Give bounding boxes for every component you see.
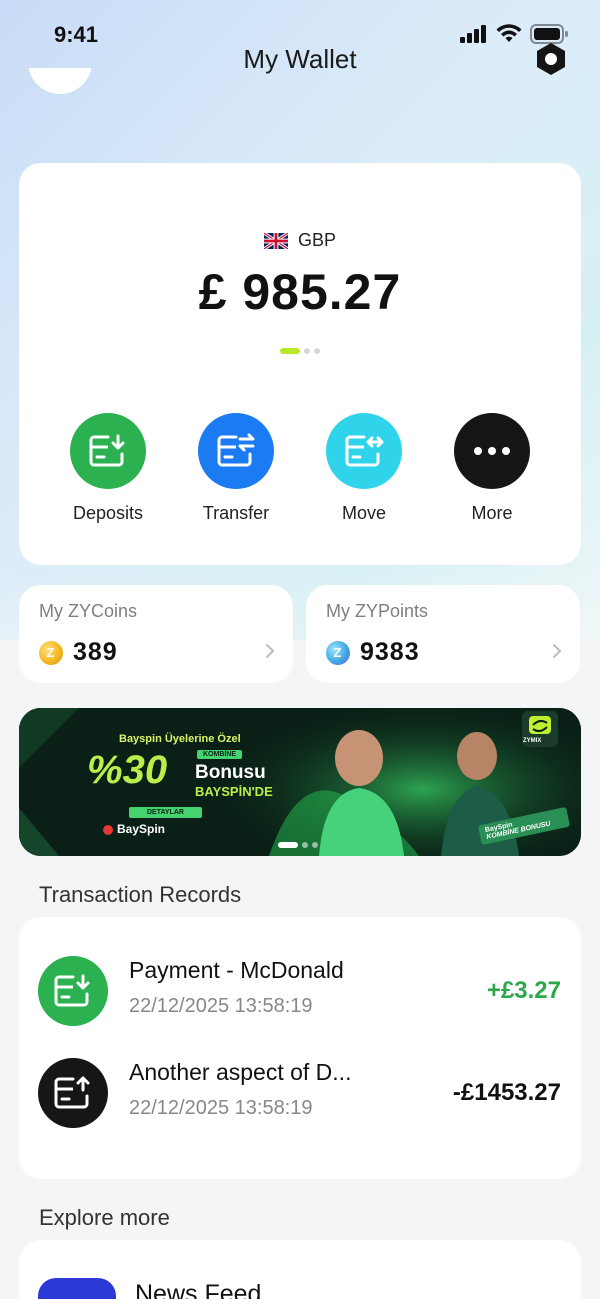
banner-badge: KOMBİNE <box>197 750 243 759</box>
bayspin-logo-icon <box>103 824 113 835</box>
news-feed-icon <box>38 1278 116 1299</box>
wallet-move-icon <box>345 435 384 467</box>
zycoins-value-row: Z 389 <box>39 638 118 667</box>
more-dots-icon <box>474 447 510 455</box>
move-button[interactable]: Move <box>304 413 424 524</box>
transaction-amount: -£1453.27 <box>452 1079 561 1106</box>
page-dot-active <box>280 348 300 354</box>
wallet-deposit-icon <box>89 434 125 467</box>
action-circle <box>326 413 402 489</box>
explore-item[interactable]: News Feed <box>19 1240 581 1299</box>
battery-icon <box>530 24 568 44</box>
currency-selector[interactable]: GBP <box>19 230 581 251</box>
banner-brand-text: BaySpin <box>117 822 166 836</box>
currency-code: GBP <box>297 230 336 250</box>
action-circle <box>454 413 530 489</box>
zypoint-icon: Z <box>326 640 350 665</box>
page-title: My Wallet <box>243 44 357 74</box>
explore-item-title: News Feed <box>135 1280 262 1299</box>
uk-flag-icon <box>263 232 288 249</box>
chevron-right-icon <box>553 644 561 658</box>
wifi-icon <box>496 24 522 42</box>
transfer-button[interactable]: Transfer <box>176 413 296 524</box>
zycoins-card[interactable]: My ZYCoins Z 389 <box>19 585 293 683</box>
cellular-signal-icon <box>460 25 486 43</box>
page-dot <box>302 842 308 848</box>
deposit-icon <box>38 956 108 1026</box>
banner-page-indicator[interactable] <box>278 842 318 848</box>
transaction-list: Payment - McDonald 22/12/2025 13:58:19 +… <box>19 917 581 1179</box>
transaction-title: Another aspect of D... <box>129 1059 352 1085</box>
banner-partner: ZYMIX <box>523 738 542 744</box>
zycoins-title: My ZYCoins <box>39 601 138 621</box>
more-button[interactable]: More <box>432 413 552 524</box>
status-icons <box>460 24 568 44</box>
banner-bonus-word: Bonusu <box>195 762 266 783</box>
transaction-title: Payment - McDonald <box>129 957 344 983</box>
chevron-right-icon <box>266 644 274 658</box>
promo-banner[interactable]: Bayspin Üyelerine Özel KOMBİNE %30 Bonus… <box>19 708 581 856</box>
page-dot <box>304 348 310 354</box>
banner-brand: BaySpin <box>103 822 165 836</box>
zypoints-title: My ZYPoints <box>326 601 429 621</box>
move-label: Move <box>341 503 386 523</box>
action-circle <box>198 413 274 489</box>
zypoints-value: 9383 <box>360 638 420 666</box>
settings-gear-icon[interactable] <box>534 42 568 76</box>
withdraw-icon <box>38 1058 108 1128</box>
transaction-date: 22/12/2025 13:58:19 <box>129 995 313 1017</box>
page-dot <box>312 842 318 848</box>
zycoins-value: 389 <box>73 638 118 666</box>
banner-site-line: BAYSPİN'DE <box>195 784 273 799</box>
page-dot <box>314 348 320 354</box>
transaction-amount: +£3.27 <box>486 977 561 1004</box>
action-circle <box>70 413 146 489</box>
balance-amount: £ 985.27 <box>198 264 402 320</box>
banner-percent: %30 <box>87 748 168 792</box>
transaction-date: 22/12/2025 13:58:19 <box>129 1097 313 1119</box>
wallet-transfer-icon <box>217 433 255 467</box>
transfer-label: Transfer <box>202 503 270 523</box>
banner-headline: Bayspin Üyelerine Özel <box>119 733 241 745</box>
transaction-records-title: Transaction Records <box>39 882 242 907</box>
deposits-label: Deposits <box>72 503 144 523</box>
more-label: More <box>471 503 513 523</box>
transaction-row[interactable]: Payment - McDonald 22/12/2025 13:58:19 +… <box>19 951 581 1031</box>
zypoints-value-row: Z 9383 <box>326 638 420 667</box>
page-dot-active <box>278 842 298 848</box>
balance-page-indicator[interactable] <box>19 348 581 354</box>
zypoints-card[interactable]: My ZYPoints Z 9383 <box>306 585 580 683</box>
balance-card: GBP £ 985.27 Deposits Transfer Move More <box>19 163 581 565</box>
zycoin-icon: Z <box>39 640 63 665</box>
transaction-row[interactable]: Another aspect of D... 22/12/2025 13:58:… <box>19 1053 581 1133</box>
deposits-button[interactable]: Deposits <box>48 413 168 524</box>
explore-more-title: Explore more <box>39 1205 170 1230</box>
banner-details-button[interactable]: DETAYLAR <box>129 807 202 818</box>
